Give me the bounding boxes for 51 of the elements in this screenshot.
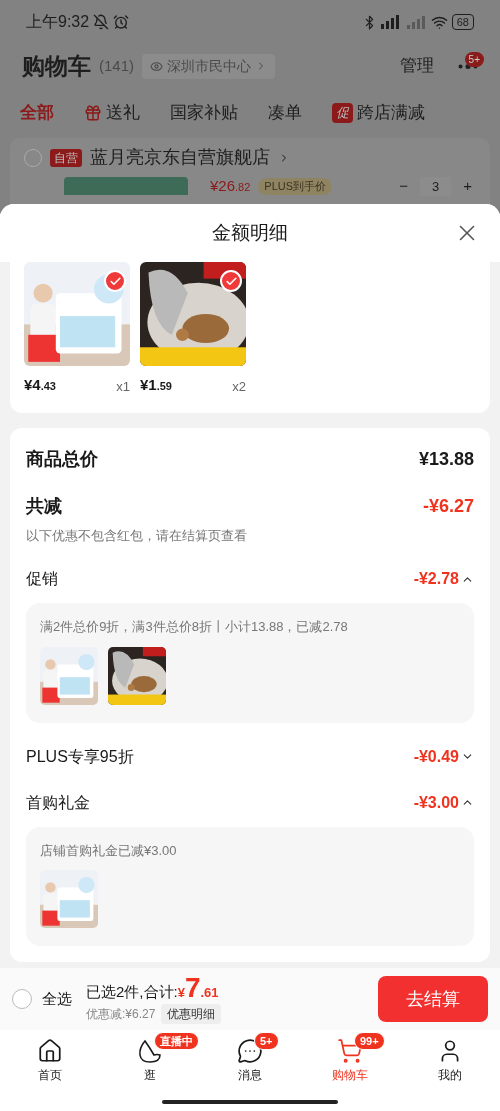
eye-icon <box>150 59 164 73</box>
total-label: 商品总价 <box>26 447 98 471</box>
quantity-field[interactable]: 3 <box>420 176 452 196</box>
gift-icon <box>84 104 102 122</box>
item-quantity: x2 <box>232 378 246 396</box>
select-all-checkbox[interactable] <box>12 989 32 1009</box>
promotion-row[interactable]: 促销 -¥2.78 <box>26 567 474 591</box>
product-price: ¥26.82 <box>210 176 251 196</box>
item-price: ¥1.59 <box>140 375 172 395</box>
home-icon <box>37 1038 63 1064</box>
plus-button[interactable]: + <box>459 175 476 198</box>
filter-tab[interactable]: 送礼 <box>84 100 140 126</box>
alarm-icon <box>113 14 130 30</box>
promotion-detail: 满2件总价9折，满3件总价8折丨小计13.88，已减2.78 <box>40 618 349 636</box>
filter-tab[interactable]: 凑单 <box>268 100 302 126</box>
discount-detail-button[interactable]: 优惠明细 <box>161 1003 222 1024</box>
status-time: 上午9:32 <box>26 12 90 32</box>
total-amount: ¥13.88 <box>418 447 474 471</box>
badge: 5+ <box>464 51 484 67</box>
discount-note: 以下优惠不包含红包，请在结算页查看 <box>26 526 248 545</box>
filter-tab[interactable]: 国家补贴 <box>170 100 238 126</box>
item-price: ¥4.43 <box>24 375 56 395</box>
promotion-detail: 店铺首购礼金已减¥3.00 <box>40 841 178 860</box>
tab-badge: 99+ <box>354 1032 385 1050</box>
price-tag: PLUS到手价 <box>258 178 333 195</box>
store-tag: 自营 <box>50 148 82 167</box>
discount-amount: -¥6.27 <box>422 494 474 518</box>
location-button[interactable]: 深圳市民中心 <box>142 53 276 79</box>
checkout-total: ¥7.61 <box>177 974 219 1003</box>
selection-summary: 已选2件,合计: <box>86 982 178 1003</box>
bell-off-icon <box>93 14 110 30</box>
sheet-title: 金额明细 <box>212 220 288 245</box>
battery-icon: 68 <box>451 14 474 30</box>
promotion-row[interactable]: 首购礼金 -¥3.00 <box>26 790 474 815</box>
saving-text: 优惠减:¥6.27 <box>86 1005 156 1023</box>
minus-button[interactable]: − <box>395 175 412 198</box>
tab-bar-item[interactable]: 首页 <box>31 1038 69 1092</box>
select-all-label[interactable]: 全选 <box>42 987 72 1011</box>
cart-count: (141) <box>99 55 135 76</box>
manage-button[interactable]: 管理 <box>400 53 434 79</box>
signal-icon <box>406 15 427 29</box>
tab-bar-item[interactable]: 我的 <box>431 1038 469 1092</box>
filter-tab[interactable]: 促 跨店满减 <box>332 100 425 126</box>
checkout-button[interactable]: 去结算 <box>378 976 488 1022</box>
page-title: 购物车 <box>22 51 91 81</box>
tab-badge: 5+ <box>254 1032 279 1050</box>
tab-badge: 直播中 <box>154 1032 199 1050</box>
item-quantity: x1 <box>116 378 130 396</box>
promotion-row[interactable]: PLUS专享95折 -¥0.49 <box>26 744 474 769</box>
discount-label: 共减 <box>26 494 62 518</box>
store-name[interactable]: 蓝月亮京东自营旗舰店 <box>90 144 270 171</box>
